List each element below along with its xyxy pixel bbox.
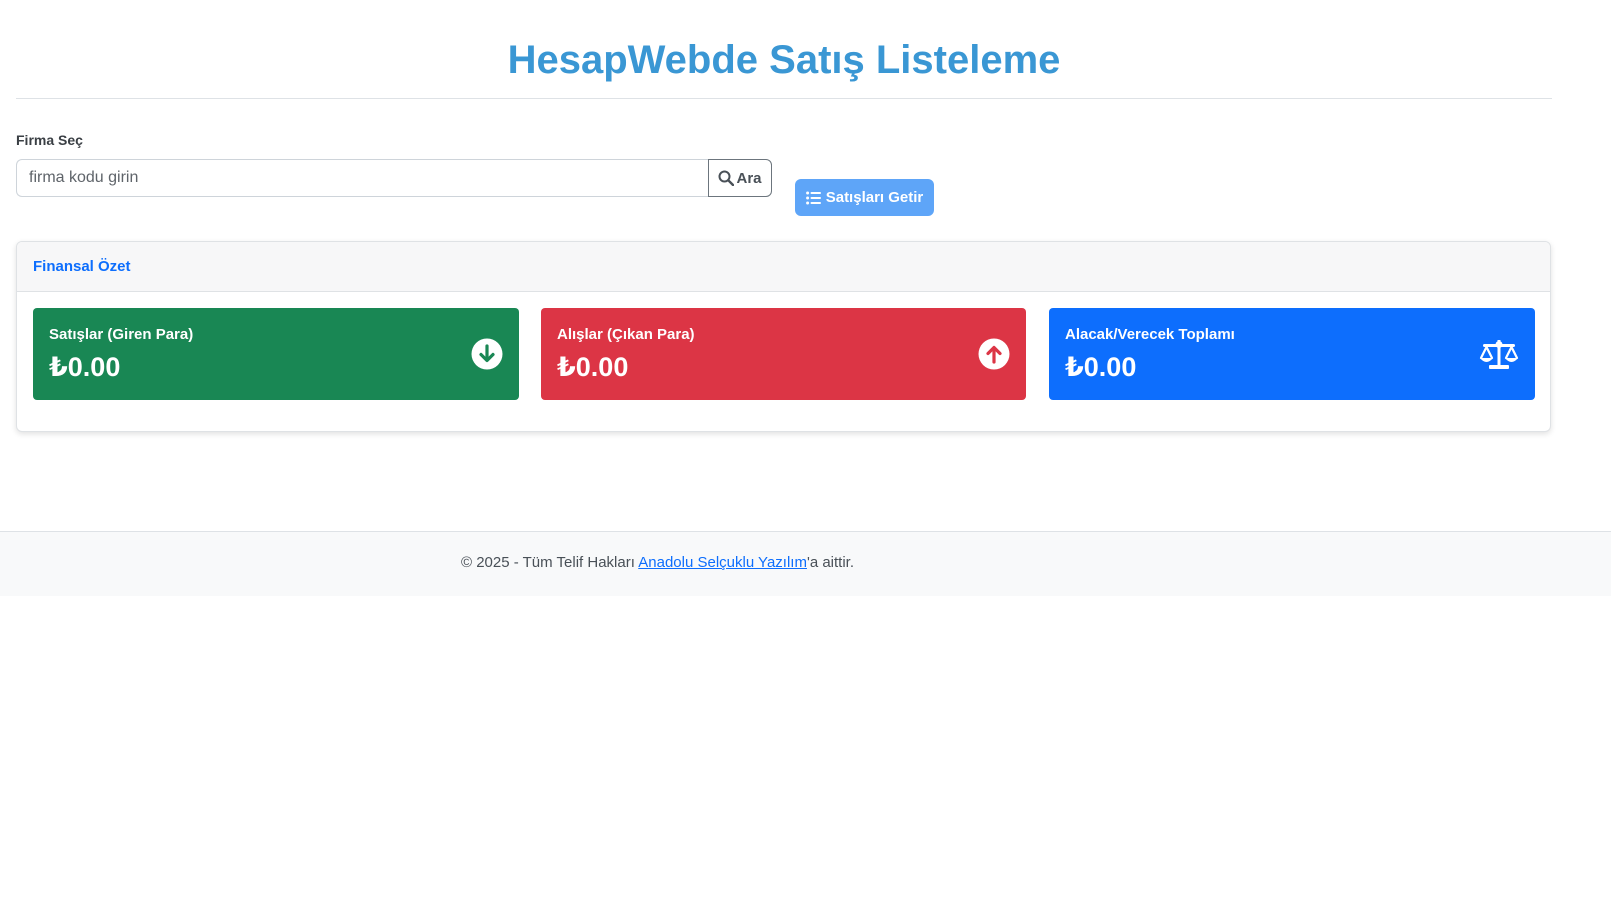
purchases-expense-label: Alışlar (Çıkan Para) — [557, 326, 695, 343]
scale-balance-icon — [1479, 340, 1519, 369]
receivables-payables-label: Alacak/Verecek Toplamı — [1065, 326, 1235, 343]
financial-summary-card: Finansal Özet Satışlar (Giren Para) ₺0.0… — [16, 241, 1551, 432]
receivables-payables-value: ₺0.00 — [1065, 352, 1137, 382]
purchases-expense-card: Alışlar (Çıkan Para) ₺0.00 — [541, 308, 1026, 400]
fetch-sales-button[interactable]: Satışları Getir — [795, 179, 934, 216]
receivables-payables-card: Alacak/Verecek Toplamı ₺0.00 — [1049, 308, 1535, 400]
arrow-up-circle-icon — [978, 338, 1010, 370]
fetch-sales-label: Satışları Getir — [825, 189, 924, 206]
arrow-down-circle-icon — [471, 338, 503, 370]
search-icon — [718, 170, 735, 186]
firm-code-input[interactable] — [16, 159, 708, 197]
title-divider — [16, 98, 1552, 99]
firm-search-group: Ara — [16, 159, 772, 197]
sales-income-label: Satışlar (Giren Para) — [49, 326, 194, 343]
sales-income-value: ₺0.00 — [49, 352, 121, 382]
search-button[interactable]: Ara — [708, 159, 772, 197]
page: HesapWebde Satış Listeleme Firma Seç Ara… — [0, 0, 1611, 898]
list-icon — [805, 191, 821, 204]
firm-select-label: Firma Seç — [16, 132, 83, 148]
copyright-suffix: 'a aittir. — [806, 554, 855, 571]
purchases-expense-value: ₺0.00 — [557, 352, 629, 382]
page-title: HesapWebde Satış Listeleme — [507, 38, 1061, 82]
copyright-text: © 2025 - Tüm Telif Hakları Anadolu Selçu… — [461, 554, 854, 571]
footer: © 2025 - Tüm Telif Hakları Anadolu Selçu… — [0, 531, 1611, 596]
sales-income-card: Satışlar (Giren Para) ₺0.00 — [33, 308, 519, 400]
copyright-prefix: © 2025 - Tüm Telif Hakları — [461, 554, 639, 571]
search-button-label: Ara — [736, 169, 762, 187]
company-link[interactable]: Anadolu Selçuklu Yazılım — [638, 554, 807, 571]
financial-summary-title: Finansal Özet — [17, 242, 1550, 292]
